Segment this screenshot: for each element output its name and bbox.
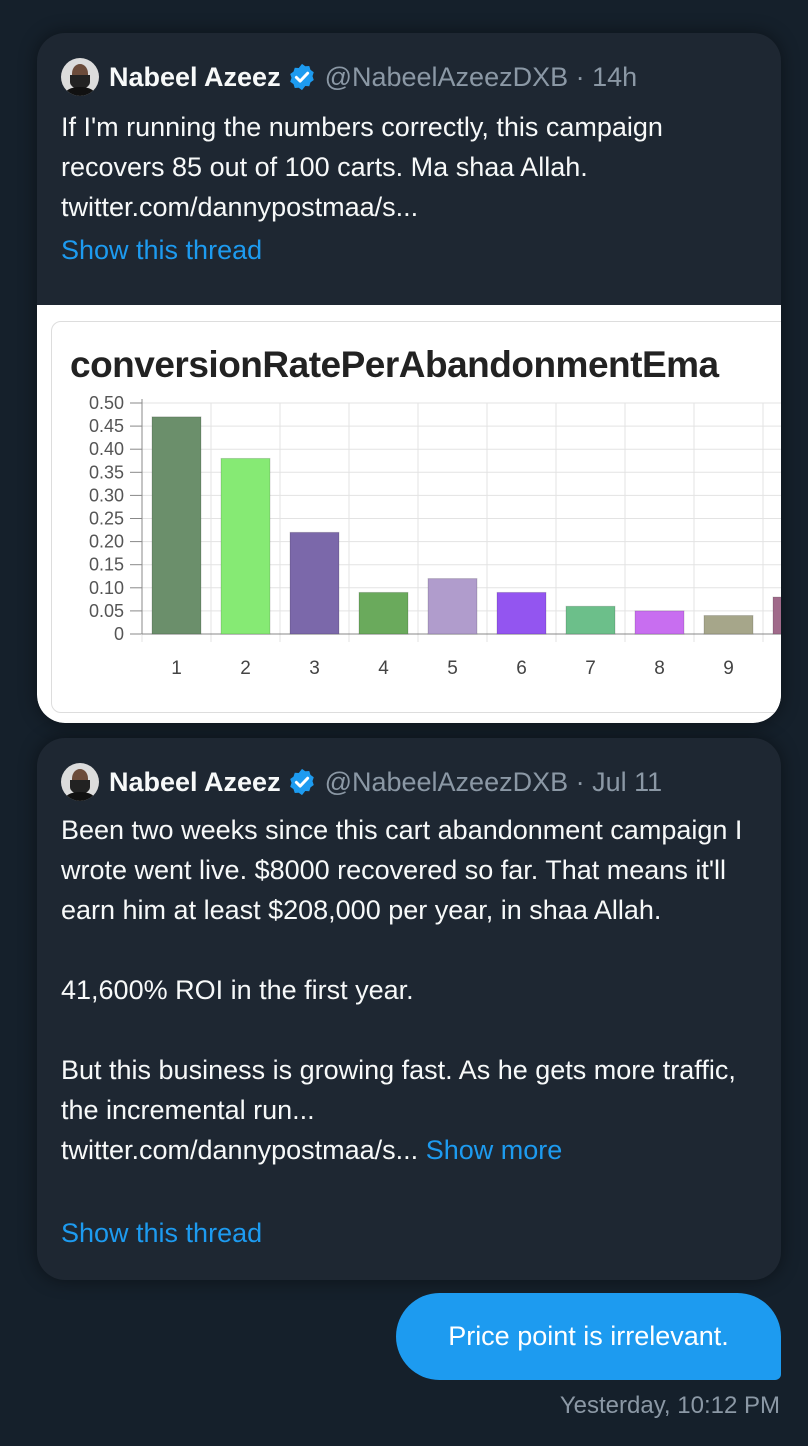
y-tick-label: 0.30 <box>89 485 124 505</box>
tweet-text: Been two weeks since this cart abandonme… <box>61 810 761 1170</box>
x-tick-label: 2 <box>240 658 251 679</box>
x-tick-label: 5 <box>447 658 458 679</box>
author-handle: @NabeelAzeezDXB <box>324 766 569 797</box>
avatar[interactable] <box>61 58 99 96</box>
y-tick-label: 0.05 <box>89 601 124 621</box>
x-tick-label: 6 <box>516 658 527 679</box>
x-tick-label: 8 <box>654 658 665 679</box>
bar <box>565 605 616 635</box>
verified-badge-icon <box>289 63 314 91</box>
show-thread-link[interactable]: Show this thread <box>61 1218 262 1249</box>
author-name[interactable]: Nabeel Azeez <box>109 767 281 798</box>
x-tick-label: 7 <box>585 658 596 679</box>
y-tick-label: 0.25 <box>89 509 124 529</box>
author-name[interactable]: Nabeel Azeez <box>109 62 281 93</box>
tweet-link[interactable]: twitter.com/dannypostmaa/s... <box>61 192 418 222</box>
quoted-tweet-2[interactable]: Nabeel Azeez @NabeelAzeezDXB · Jul 11 Be… <box>37 738 781 1280</box>
show-more-link[interactable]: Show more <box>426 1135 563 1165</box>
show-thread-link[interactable]: Show this thread <box>61 235 262 266</box>
y-tick-label: 0 <box>114 624 124 644</box>
bar <box>427 578 478 635</box>
tweet-time[interactable]: Jul 11 <box>592 767 662 798</box>
y-tick-label: 0.15 <box>89 555 124 575</box>
y-tick-label: 0.20 <box>89 532 124 552</box>
bar <box>496 591 547 635</box>
tweet-header: Nabeel Azeez @NabeelAzeezDXB · Jul 11 <box>61 762 662 802</box>
y-tick-label: 0.40 <box>89 439 124 459</box>
avatar[interactable] <box>61 763 99 801</box>
tweet-body: Been two weeks since this cart abandonme… <box>61 815 743 1125</box>
y-tick-label: 0.45 <box>89 416 124 436</box>
bar <box>289 531 340 635</box>
verified-badge-icon <box>289 768 314 796</box>
x-tick-label: 9 <box>723 658 734 679</box>
tweet-link[interactable]: twitter.com/dannypostmaa/s... <box>61 1135 418 1165</box>
bar <box>220 457 271 635</box>
message-text: Price point is irrelevant. <box>448 1321 729 1351</box>
chart-image[interactable]: conversionRatePerAbandonmentEma 0.50 0.45… <box>37 305 781 723</box>
y-tick-label: 0.50 <box>89 393 124 413</box>
x-tick-label: 1 <box>171 658 182 679</box>
x-tick-label: 4 <box>378 658 389 679</box>
tweet-header: Nabeel Azeez @NabeelAzeezDXB · 14h <box>61 57 637 97</box>
chart-frame: conversionRatePerAbandonmentEma 0.50 0.45… <box>51 321 781 713</box>
separator-dot: · <box>568 766 593 797</box>
bar-chart: 0.50 0.45 0.40 0.35 0.30 0.25 0.20 0.15 0.10 0.05… <box>89 393 781 679</box>
bar <box>151 416 202 635</box>
tweet-text: If I'm running the numbers correctly, th… <box>61 107 761 227</box>
bar <box>358 591 409 635</box>
tweet-body: If I'm running the numbers correctly, th… <box>61 112 671 182</box>
tweet-time[interactable]: 14h <box>592 62 637 93</box>
message-timestamp: Yesterday, 10:12 PM <box>559 1392 780 1419</box>
separator-dot: · <box>568 61 593 92</box>
x-tick-label: 3 <box>309 658 320 679</box>
bar <box>634 610 685 635</box>
author-handle: @NabeelAzeezDXB <box>324 61 569 92</box>
y-tick-label: 0.10 <box>89 578 124 598</box>
bar <box>703 615 754 635</box>
quoted-tweet-1[interactable]: Nabeel Azeez @NabeelAzeezDXB · 14h If I'… <box>37 33 781 723</box>
y-tick-label: 0.35 <box>89 462 124 482</box>
message-bubble[interactable]: Price point is irrelevant. <box>396 1293 781 1380</box>
bar <box>772 596 781 635</box>
